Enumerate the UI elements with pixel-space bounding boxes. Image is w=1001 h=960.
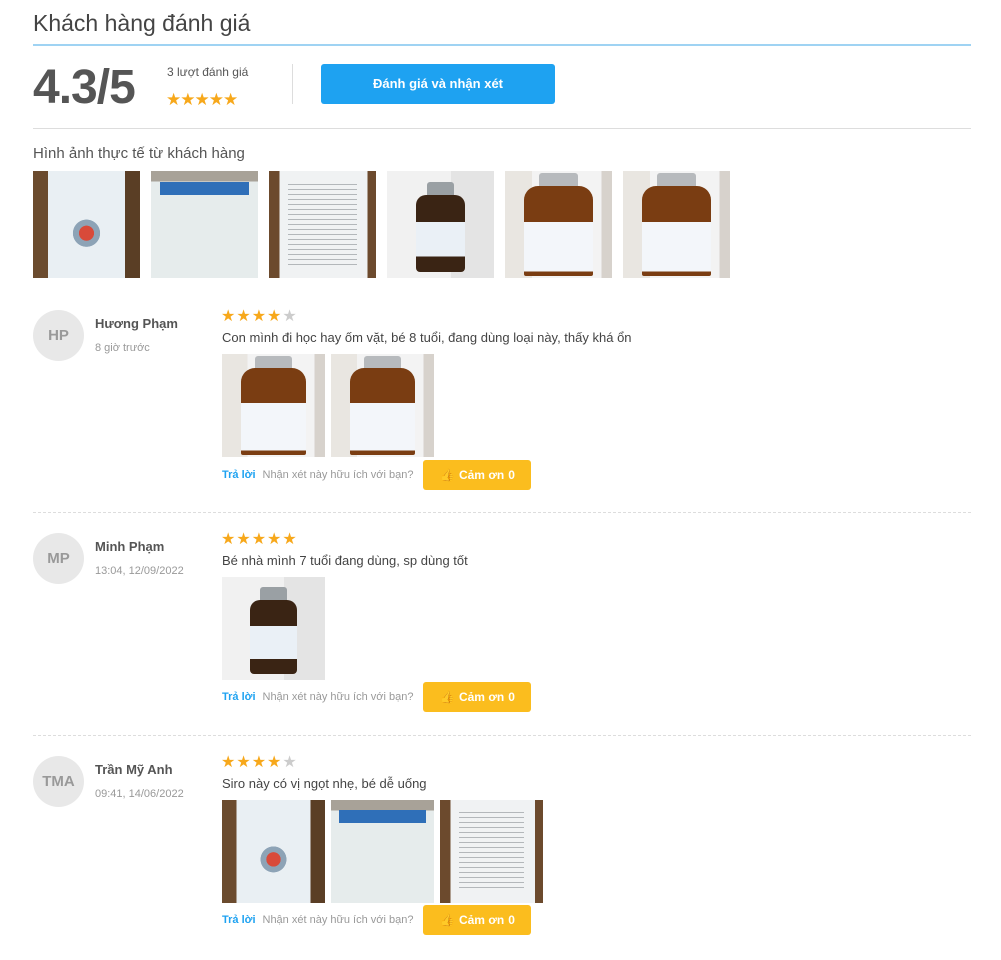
- thanks-label: Cảm ơn: [458, 468, 505, 482]
- thumbs-up-icon: 👍: [440, 468, 455, 482]
- review-photo[interactable]: [440, 800, 543, 903]
- review-photos: [222, 577, 325, 680]
- reply-link[interactable]: Trả lời: [222, 469, 256, 481]
- review-separator: [33, 735, 971, 736]
- thanks-button[interactable]: 👍 Cảm ơn 0: [423, 905, 532, 935]
- section-title: Khách hàng đánh giá: [33, 10, 251, 36]
- helpful-question: Nhận xét này hữu ích với bạn?: [262, 691, 414, 703]
- thanks-button[interactable]: 👍 Cảm ơn 0: [423, 682, 532, 712]
- review-photo[interactable]: [331, 800, 434, 903]
- reply-link[interactable]: Trả lời: [222, 914, 256, 926]
- review-photos: [222, 354, 434, 457]
- star-icon: ★★★★: [221, 308, 283, 325]
- customer-photo[interactable]: [151, 171, 258, 278]
- customer-photo[interactable]: [623, 171, 730, 278]
- thanks-label: Cảm ơn: [458, 913, 505, 927]
- title-underline: [33, 44, 971, 46]
- customer-photos-label: Hình ảnh thực tế từ khách hàng: [33, 145, 245, 162]
- review-photo[interactable]: [331, 354, 434, 457]
- review-time: 09:41, 14/06/2022: [95, 788, 184, 800]
- average-stars: ★★★★★: [166, 90, 238, 109]
- customer-photo[interactable]: [505, 171, 612, 278]
- avatar: TMA: [33, 756, 84, 807]
- thanks-count: 0: [508, 690, 515, 704]
- thanks-count: 0: [508, 913, 515, 927]
- thanks-count: 0: [508, 468, 515, 482]
- avatar: MP: [33, 533, 84, 584]
- review-text: Con mình đi học hay ốm vặt, bé 8 tuổi, đ…: [222, 330, 632, 345]
- divider: [292, 64, 293, 104]
- star-icon: ★★★★: [221, 754, 283, 771]
- star-icon: ★: [282, 308, 298, 325]
- average-score: 4.3/5: [33, 61, 136, 114]
- review-stars: ★★★★★: [221, 752, 298, 772]
- thanks-label: Cảm ơn: [458, 690, 505, 704]
- customer-photo-gallery: [33, 171, 730, 278]
- review-time: 13:04, 12/09/2022: [95, 565, 184, 577]
- review-actions: Trả lời Nhận xét này hữu ích với bạn? 👍 …: [222, 460, 532, 490]
- star-icon: ★: [282, 754, 298, 771]
- reviewer-name: Hương Phạm: [95, 316, 178, 331]
- helpful-question: Nhận xét này hữu ích với bạn?: [262, 469, 414, 481]
- review-stars: ★★★★★: [221, 529, 298, 549]
- rating-count: 3 lượt đánh giá: [167, 65, 249, 79]
- review-stars: ★★★★★: [221, 306, 298, 326]
- customer-photo[interactable]: [269, 171, 376, 278]
- write-review-button[interactable]: Đánh giá và nhận xét: [321, 64, 555, 104]
- thumbs-up-icon: 👍: [440, 690, 455, 704]
- helpful-question: Nhận xét này hữu ích với bạn?: [262, 914, 414, 926]
- reviewer-name: Trần Mỹ Anh: [95, 762, 173, 777]
- review-text: Bé nhà mình 7 tuổi đang dùng, sp dùng tố…: [222, 553, 468, 568]
- review-text: Siro này có vị ngọt nhẹ, bé dễ uống: [222, 776, 427, 791]
- review-separator: [33, 512, 971, 513]
- customer-photo[interactable]: [387, 171, 494, 278]
- review-photo[interactable]: [222, 354, 325, 457]
- review-photos: [222, 800, 543, 903]
- avatar: HP: [33, 310, 84, 361]
- reviewer-name: Minh Phạm: [95, 539, 165, 554]
- star-icon: ★★★★★: [221, 531, 298, 548]
- thanks-button[interactable]: 👍 Cảm ơn 0: [423, 460, 532, 490]
- review-actions: Trả lời Nhận xét này hữu ích với bạn? 👍 …: [222, 905, 532, 935]
- review-photo[interactable]: [222, 800, 325, 903]
- thumbs-up-icon: 👍: [440, 913, 455, 927]
- review-photo[interactable]: [222, 577, 325, 680]
- review-actions: Trả lời Nhận xét này hữu ích với bạn? 👍 …: [222, 682, 532, 712]
- review-time: 8 giờ trước: [95, 342, 150, 354]
- divider: [33, 128, 971, 129]
- customer-photo[interactable]: [33, 171, 140, 278]
- reply-link[interactable]: Trả lời: [222, 691, 256, 703]
